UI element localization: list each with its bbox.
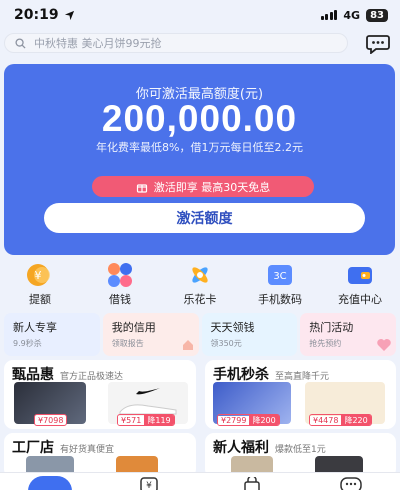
panel-tag: 有好货真便宜	[60, 445, 115, 455]
price-value: ¥4478	[310, 415, 342, 425]
card-title: 热门活动	[309, 321, 354, 334]
network-label: 4G	[343, 8, 361, 22]
svg-text:¥: ¥	[146, 481, 152, 490]
card-sub: 领350元	[210, 339, 242, 348]
price-sneaker: ¥571 降119	[117, 414, 175, 426]
card-new-user[interactable]: 新人专享 9.9秒杀	[4, 313, 100, 356]
price-phone: ¥2799 降200	[217, 414, 280, 426]
yen-tab-icon[interactable]: ¥	[140, 477, 158, 490]
card-daily-cash[interactable]: 天天领钱 领350元	[201, 313, 298, 356]
credit-amount: 200,000.00	[101, 98, 298, 139]
rate-text: 年化费率最低8%，借1万元每日低至2.2元	[96, 141, 303, 154]
price-discount: 降119	[144, 415, 174, 425]
price-laptop: ¥7098	[34, 414, 68, 426]
quick-label: 提额	[29, 293, 51, 306]
card-my-credit[interactable]: 我的信用 领取报告	[102, 313, 199, 356]
quick-label: 充值中心	[338, 293, 382, 306]
price-value: ¥571	[118, 415, 145, 425]
panel-tag: 爆款低至1元	[275, 445, 326, 455]
chat-bubble-icon	[366, 35, 390, 54]
search-input[interactable]: 中秋特惠 美心月饼99元抢	[4, 33, 348, 53]
feature-cards: 新人专享 9.9秒杀 我的信用 领取报告 天天领钱 领350元 热门活动 抢先预…	[4, 313, 396, 356]
search-placeholder: 中秋特惠 美心月饼99元抢	[34, 37, 162, 50]
3c-badge-text: 3C	[273, 271, 286, 282]
svg-text:¥: ¥	[35, 269, 42, 282]
quick-label: 手机数码	[258, 293, 302, 306]
activate-credit-button[interactable]: 激活额度	[44, 203, 365, 233]
petal-grid-icon	[102, 262, 138, 288]
panel-tag: 官方正品极速达	[60, 372, 124, 382]
shopping-bag-icon[interactable]	[243, 477, 261, 490]
house-icon	[182, 340, 193, 350]
panel-tag: 至高直降千元	[275, 372, 330, 382]
quick-item-digital[interactable]: 3C 手机数码	[242, 262, 318, 310]
quick-item-lehua-card[interactable]: 乐花卡	[162, 262, 238, 310]
3c-badge-icon: 3C	[262, 262, 298, 288]
panel-title: 甄品惠	[12, 367, 54, 383]
chat-tab-icon[interactable]	[340, 477, 362, 490]
quick-item-recharge[interactable]: 充值中心	[322, 262, 398, 310]
card-title: 天天领钱	[210, 321, 255, 334]
status-bar: 20:19 4G 83	[0, 0, 400, 30]
price-discount: 降200	[249, 415, 279, 425]
wallet-icon	[342, 262, 378, 288]
card-title: 新人专享	[13, 321, 57, 334]
credit-hero-card: 你可激活最高额度(元) 200,000.00 年化费率最低8%，借1万元每日低至…	[4, 64, 395, 255]
flower-icon	[182, 262, 218, 288]
promo-text: 激活即享 最高30天免息	[153, 180, 271, 194]
card-sub: 9.9秒杀	[13, 339, 42, 348]
quick-item-borrow[interactable]: 借钱	[82, 262, 158, 310]
message-button[interactable]	[365, 34, 391, 54]
battery-indicator: 83	[366, 8, 388, 22]
search-icon	[15, 37, 26, 49]
panel-title: 工厂店	[12, 440, 54, 456]
promo-badge[interactable]: 激活即享 最高30天免息	[92, 176, 314, 197]
price-value: ¥2799	[218, 415, 250, 425]
status-time: 20:19	[14, 7, 59, 23]
panel-flash-sale[interactable]: 手机秒杀 至高直降千元 ¥2799 降200 ¥4478 降220	[205, 360, 396, 429]
nike-swoosh-icon	[136, 388, 160, 395]
nav-home-button[interactable]	[28, 476, 72, 490]
signal-icon	[320, 10, 338, 20]
panel-title: 新人福利	[213, 440, 269, 456]
gift-icon	[136, 183, 147, 193]
card-hot-events[interactable]: 热门活动 抢先预约	[300, 313, 396, 356]
panel-selection[interactable]: 甄品惠 官方正品极速达 ¥7098 ¥571 降119	[4, 360, 196, 429]
panel-title: 手机秒杀	[213, 367, 269, 383]
location-arrow-icon	[64, 10, 74, 20]
price-iphone: ¥4478 降220	[309, 414, 372, 426]
quick-label: 乐花卡	[183, 293, 217, 306]
quick-item-raise-limit[interactable]: ¥ 提额	[2, 262, 78, 310]
card-title: 我的信用	[111, 321, 156, 334]
heart-icon	[377, 339, 391, 351]
quick-actions: ¥ 提额 借钱 乐花卡 3C 手机数码 充值中心	[0, 262, 400, 310]
price-discount: 降220	[341, 415, 371, 425]
yen-coin-icon: ¥	[22, 262, 58, 288]
quick-label: 借钱	[109, 293, 131, 306]
